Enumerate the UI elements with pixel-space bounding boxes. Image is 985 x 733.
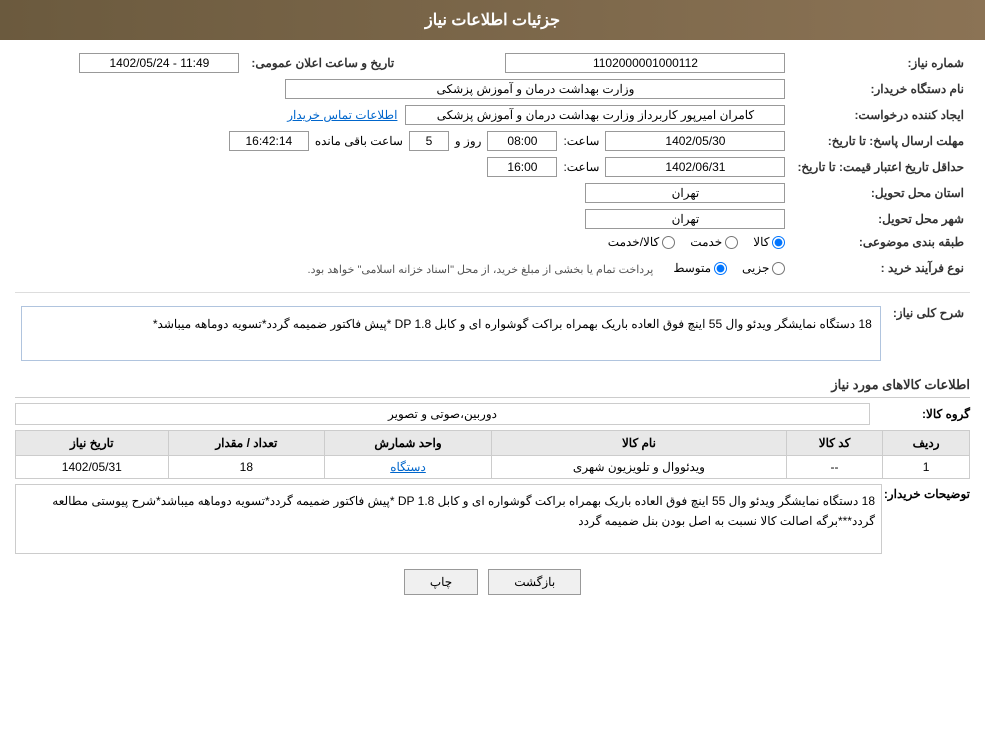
page-title: جزئیات اطلاعات نیاز	[425, 12, 560, 29]
response-date: 1402/05/30	[605, 131, 785, 151]
category-kala-label: کالا	[753, 235, 769, 249]
process-motavasset-label: متوسط	[673, 261, 711, 275]
back-button[interactable]: بازگشت	[488, 569, 581, 595]
province-value: تهران	[585, 183, 785, 203]
product-group-value: دوربین،صوتی و تصویر	[15, 403, 870, 425]
process-option-jozi[interactable]: جزیی	[742, 261, 785, 275]
process-jozi-label: جزیی	[742, 261, 769, 275]
content-area: شماره نیاز: 1102000001000112 تاریخ و ساع…	[0, 40, 985, 615]
requester-value: کامران امیرپور کاربرداز وزارت بهداشت درم…	[405, 105, 785, 125]
response-time-label: ساعت:	[563, 134, 599, 148]
process-note: پرداخت تمام یا بخشی از مبلغ خرید، از محل…	[303, 258, 659, 281]
city-label: شهر محل تحویل:	[791, 206, 970, 232]
main-form-table: شماره نیاز: 1102000001000112 تاریخ و ساع…	[15, 50, 970, 284]
general-desc-value: 18 دستگاه نمایشگر ویدئو وال 55 اینچ فوق …	[21, 306, 881, 361]
announce-label: تاریخ و ساعت اعلان عمومی:	[245, 50, 400, 76]
response-deadline-label: مهلت ارسال پاسخ: تا تاریخ:	[791, 128, 970, 154]
announce-value: 1402/05/24 - 11:49	[79, 53, 239, 73]
requester-label: ایجاد کننده درخواست:	[791, 102, 970, 128]
process-option-motavasset[interactable]: متوسط	[673, 261, 727, 275]
buyer-org-value: وزارت بهداشت درمان و آموزش پزشکی	[285, 79, 785, 99]
province-label: استان محل تحویل:	[791, 180, 970, 206]
need-number-value: 1102000001000112	[505, 53, 785, 73]
cell-row-num: 1	[883, 456, 970, 479]
items-table: ردیف کد کالا نام کالا واحد شمارش تعداد /…	[15, 430, 970, 479]
buyer-notes-content: 18 دستگاه نمایشگر ویدئو وال 55 اینچ فوق …	[15, 484, 882, 554]
table-row: 1--ویدئووال و تلویزیون شهریدستگاه181402/…	[16, 456, 970, 479]
page-wrapper: جزئیات اطلاعات نیاز شماره نیاز: 11020000…	[0, 0, 985, 733]
cell-product-code: --	[786, 456, 882, 479]
category-khedmat-label: خدمت	[690, 235, 722, 249]
price-validity-label: حداقل تاریخ اعتبار قیمت: تا تاریخ:	[791, 154, 970, 180]
price-validity-date: 1402/06/31	[605, 157, 785, 177]
col-need-date: تاریخ نیاز	[16, 431, 169, 456]
divider-1	[15, 292, 970, 293]
general-desc-label: شرح کلی نیاز:	[887, 298, 970, 369]
cell-unit-code[interactable]: دستگاه	[325, 456, 492, 479]
col-row-num: ردیف	[883, 431, 970, 456]
price-validity-time: 16:00	[487, 157, 557, 177]
category-option-kala[interactable]: کالا	[753, 235, 785, 249]
buyer-notes-section: توضیحات خریدار: 18 دستگاه نمایشگر ویدئو …	[15, 484, 970, 554]
response-days-label: روز و	[455, 134, 482, 148]
price-validity-time-label: ساعت:	[563, 160, 599, 174]
product-group-row: گروه کالا: دوربین،صوتی و تصویر	[15, 403, 970, 425]
col-product-code: کد کالا	[786, 431, 882, 456]
col-unit-code: واحد شمارش	[325, 431, 492, 456]
col-quantity: تعداد / مقدار	[168, 431, 324, 456]
response-time: 08:00	[487, 131, 557, 151]
need-number-label: شماره نیاز:	[791, 50, 970, 76]
response-hours-label: ساعت باقی مانده	[315, 134, 403, 148]
page-header: جزئیات اطلاعات نیاز	[0, 0, 985, 40]
general-desc-table: شرح کلی نیاز: 18 دستگاه نمایشگر ویدئو وا…	[15, 298, 970, 369]
response-days: 5	[409, 131, 449, 151]
products-section-title: اطلاعات کالاهای مورد نیاز	[15, 377, 970, 398]
category-radio-group: کالا خدمت کالا/خدمت	[21, 235, 785, 249]
process-label: نوع فرآیند خرید :	[791, 252, 970, 284]
category-option-khedmat[interactable]: خدمت	[690, 235, 738, 249]
city-value: تهران	[585, 209, 785, 229]
category-option-kala-khedmat[interactable]: کالا/خدمت	[608, 235, 675, 249]
print-button[interactable]: چاپ	[404, 569, 478, 595]
col-product-name: نام کالا	[491, 431, 786, 456]
cell-product-name: ویدئووال و تلویزیون شهری	[491, 456, 786, 479]
category-label: طبقه بندی موضوعی:	[791, 232, 970, 252]
process-radio-group: جزیی متوسط	[673, 261, 785, 275]
bottom-buttons: بازگشت چاپ	[15, 569, 970, 595]
cell-need-date: 1402/05/31	[16, 456, 169, 479]
cell-quantity: 18	[168, 456, 324, 479]
buyer-notes-label: توضیحات خریدار:	[890, 484, 970, 554]
category-kala-khedmat-label: کالا/خدمت	[608, 235, 659, 249]
contact-link[interactable]: اطلاعات تماس خریدار	[287, 108, 397, 122]
response-remaining: 16:42:14	[229, 131, 309, 151]
buyer-org-label: نام دستگاه خریدار:	[791, 76, 970, 102]
product-group-label: گروه کالا:	[870, 407, 970, 421]
